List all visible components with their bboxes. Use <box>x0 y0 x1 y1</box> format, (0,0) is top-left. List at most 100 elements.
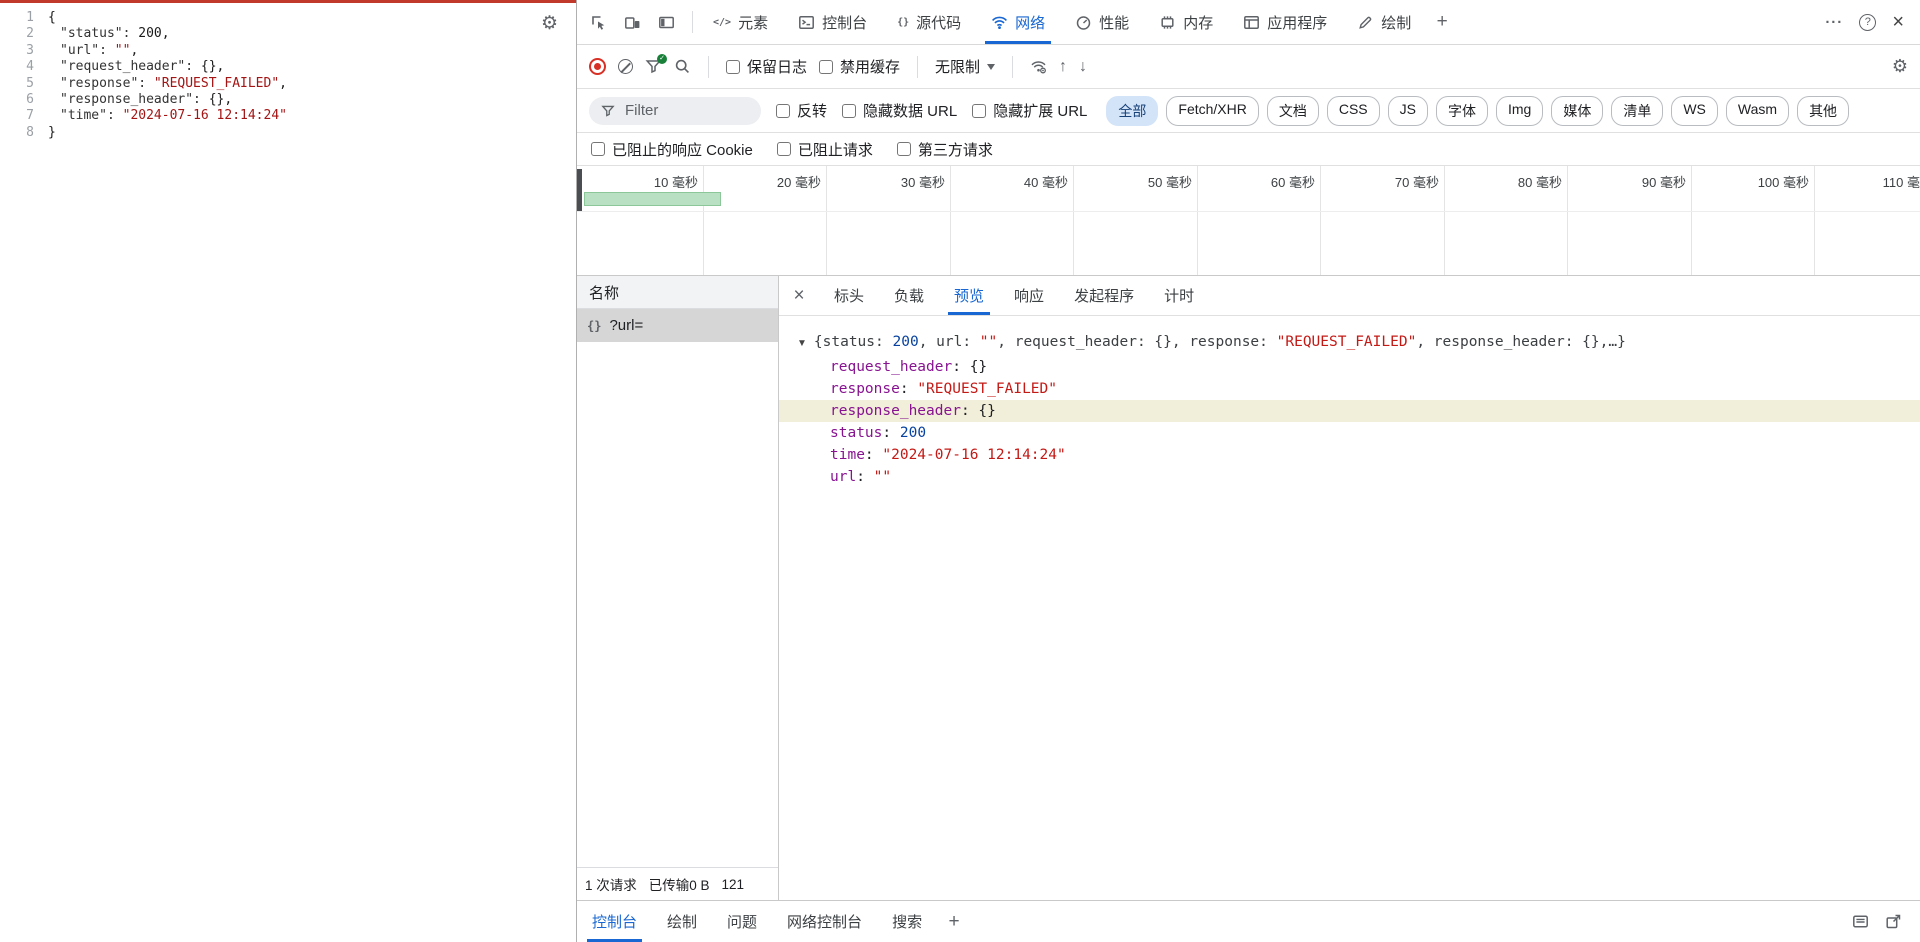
drawer-tab-search[interactable]: 搜索 <box>877 901 937 942</box>
device-toolbar-icon[interactable] <box>617 7 647 37</box>
filter-toggle-button[interactable]: ✓ <box>645 58 662 75</box>
drawer-tab-issues[interactable]: 问题 <box>712 901 772 942</box>
network-overview-timeline[interactable]: 10 毫秒 20 毫秒 30 毫秒 40 毫秒 50 毫秒 60 毫秒 70 毫… <box>577 166 1920 276</box>
tab-application[interactable]: 应用程序 <box>1228 0 1342 44</box>
list-panel-icon[interactable] <box>1852 913 1869 930</box>
filter-pill-all[interactable]: 全部 <box>1106 96 1158 126</box>
property-key: response <box>830 381 900 397</box>
json-property-row-highlighted[interactable]: response_header: {} <box>779 400 1920 422</box>
checkbox-box <box>591 142 605 156</box>
tab-label: 应用程序 <box>1267 12 1327 33</box>
filter-pill-img[interactable]: Img <box>1496 96 1543 126</box>
filter-pill-other[interactable]: 其他 <box>1797 96 1849 126</box>
drawer-tab-console[interactable]: 控制台 <box>577 901 652 942</box>
request-row-selected[interactable]: {} ?url= <box>577 309 778 342</box>
inspect-element-icon[interactable] <box>583 7 613 37</box>
tab-network[interactable]: 网络 <box>976 0 1060 44</box>
tab-preview[interactable]: 预览 <box>939 276 999 315</box>
filter-pill-media[interactable]: 媒体 <box>1551 96 1603 126</box>
json-viewer-settings-gear-icon[interactable]: ⚙ <box>541 12 558 35</box>
drawer-tab-draw[interactable]: 绘制 <box>652 901 712 942</box>
blocked-cookies-checkbox[interactable]: 已阻止的响应 Cookie <box>591 139 753 160</box>
filter-pill-wasm[interactable]: Wasm <box>1726 96 1789 126</box>
filter-input[interactable] <box>623 101 749 120</box>
tab-label: 内存 <box>1183 12 1213 33</box>
name-header-label: 名称 <box>589 282 619 303</box>
json-root-summary[interactable]: ▼{status: 200, url: "", request_header: … <box>779 330 1920 356</box>
hide-data-urls-label: 隐藏数据 URL <box>863 100 957 121</box>
disable-cache-checkbox[interactable]: 禁用缓存 <box>819 56 900 77</box>
tab-payload[interactable]: 负载 <box>879 276 939 315</box>
json-property-row[interactable]: status: 200 <box>779 422 1920 444</box>
timeline-tick-label: 40 毫秒 <box>1024 172 1068 191</box>
network-conditions-icon[interactable] <box>1030 58 1047 75</box>
tab-elements[interactable]: </> 元素 <box>698 0 783 44</box>
tab-console[interactable]: 控制台 <box>783 0 882 44</box>
filter-pill-doc[interactable]: 文档 <box>1267 96 1319 126</box>
drawer-tab-network-console[interactable]: 网络控制台 <box>772 901 877 942</box>
json-property-row[interactable]: time: "2024-07-16 12:14:24" <box>779 444 1920 466</box>
tab-headers[interactable]: 标头 <box>819 276 879 315</box>
tab-label: 绘制 <box>667 911 697 932</box>
more-tabs-button[interactable]: + <box>1426 0 1458 44</box>
panel-layout-icon[interactable] <box>651 7 681 37</box>
json-key: "request_header": <box>48 59 201 75</box>
checkbox-box <box>726 60 740 74</box>
more-options-icon[interactable]: ··· <box>1825 14 1843 31</box>
invert-filter-checkbox[interactable]: 反转 <box>776 100 827 121</box>
details-tab-bar: × 标头 负载 预览 响应 发起程序 计时 <box>779 276 1920 316</box>
close-devtools-icon[interactable]: × <box>1892 12 1904 32</box>
filter-pill-css[interactable]: CSS <box>1327 96 1380 126</box>
filter-pill-ws[interactable]: WS <box>1671 96 1718 126</box>
tab-sources[interactable]: {} 源代码 <box>882 0 976 44</box>
tab-response[interactable]: 响应 <box>999 276 1059 315</box>
third-party-checkbox[interactable]: 第三方请求 <box>897 139 993 160</box>
request-list-name-header[interactable]: 名称 <box>577 276 778 309</box>
devtools-tab-bar: </> 元素 控制台 {} 源代码 网络 <box>577 0 1920 45</box>
memory-chip-icon <box>1159 14 1176 31</box>
blocked-requests-checkbox[interactable]: 已阻止请求 <box>777 139 873 160</box>
json-property-row[interactable]: url: "" <box>779 466 1920 488</box>
network-settings-gear-icon[interactable]: ⚙ <box>1892 56 1908 77</box>
tab-memory[interactable]: 内存 <box>1144 0 1228 44</box>
colon: : <box>856 469 873 485</box>
search-icon[interactable] <box>674 58 691 75</box>
json-property-row[interactable]: response: "REQUEST_FAILED" <box>779 378 1920 400</box>
tab-timing[interactable]: 计时 <box>1149 276 1209 315</box>
close-details-icon[interactable]: × <box>779 285 819 307</box>
tab-performance[interactable]: 性能 <box>1060 0 1144 44</box>
line-number: 3 <box>0 43 34 59</box>
record-network-log-button[interactable] <box>589 58 606 75</box>
timeline-window-handle[interactable] <box>577 169 582 211</box>
devtools-toolbar-icons <box>577 0 687 44</box>
import-har-icon[interactable]: ↑ <box>1059 58 1067 76</box>
clear-network-log-icon[interactable] <box>618 59 633 74</box>
hide-data-urls-checkbox[interactable]: 隐藏数据 URL <box>842 100 957 121</box>
hide-extension-urls-checkbox[interactable]: 隐藏扩展 URL <box>972 100 1087 121</box>
line-number: 6 <box>0 92 34 108</box>
tab-paint[interactable]: 绘制 <box>1342 0 1426 44</box>
filter-pill-manifest[interactable]: 清单 <box>1611 96 1663 126</box>
add-drawer-tab-button[interactable]: + <box>937 901 971 942</box>
tab-label: 预览 <box>954 285 984 306</box>
filter-pill-fetch-xhr[interactable]: Fetch/XHR <box>1166 96 1258 126</box>
funnel-icon <box>601 104 615 118</box>
help-icon[interactable]: ? <box>1859 14 1876 31</box>
filter-pill-font[interactable]: 字体 <box>1436 96 1488 126</box>
tab-label: 负载 <box>894 285 924 306</box>
open-external-icon[interactable] <box>1885 913 1902 930</box>
json-property-row[interactable]: request_header: {} <box>779 356 1920 378</box>
network-main-area: 名称 {} ?url= 1 次请求 已传输0 B 121 × 标头 负载 <box>577 276 1920 900</box>
checkbox-box <box>776 104 790 118</box>
expand-triangle-icon[interactable]: ▼ <box>797 338 807 349</box>
filter-pill-js[interactable]: JS <box>1388 96 1428 126</box>
throttling-dropdown[interactable]: 无限制 <box>935 56 995 77</box>
colon: : <box>900 381 917 397</box>
preserve-log-checkbox[interactable]: 保留日志 <box>726 56 807 77</box>
tab-label: 标头 <box>834 285 864 306</box>
timeline-activity-bar <box>584 192 721 206</box>
tab-initiator[interactable]: 发起程序 <box>1059 276 1149 315</box>
request-count: 1 次请求 <box>585 874 637 894</box>
export-har-icon[interactable]: ↓ <box>1079 58 1087 76</box>
preview-json-tree: ▼{status: 200, url: "", request_header: … <box>779 316 1920 900</box>
